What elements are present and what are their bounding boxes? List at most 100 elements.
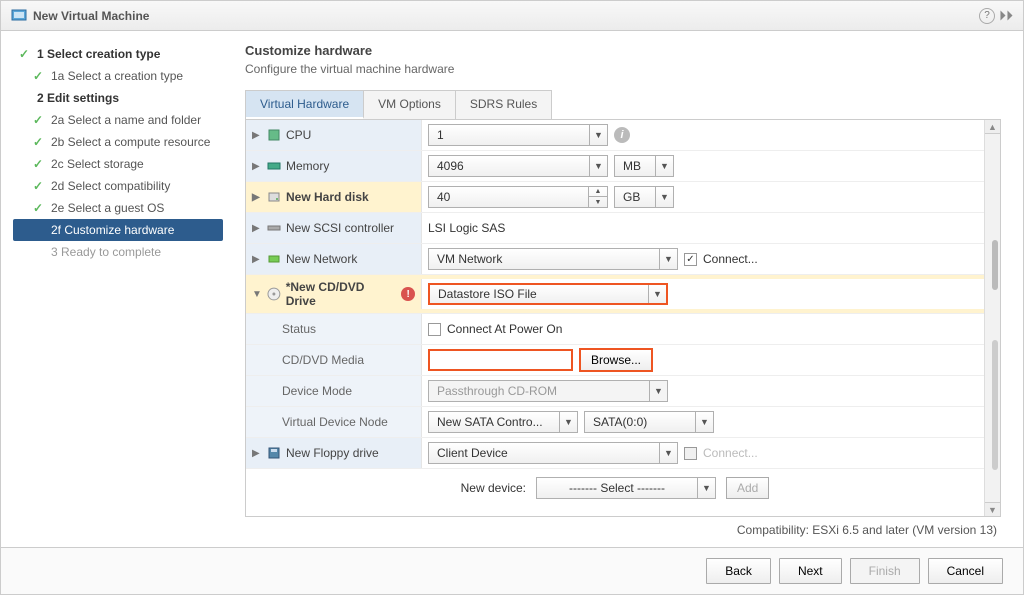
new-device-label: New device: [461, 481, 526, 495]
cancel-button[interactable]: Cancel [928, 558, 1003, 584]
row-network: ▶New Network VM Network▼ ✓ Connect... [246, 244, 984, 275]
vm-icon [11, 8, 27, 24]
device-mode-select: Passthrough CD-ROM▼ [428, 380, 668, 402]
row-cdrom-status: Status Connect At Power On [246, 314, 984, 345]
check-icon: ✓ [19, 47, 31, 61]
scrollbar-thumb[interactable] [992, 340, 998, 470]
step-2d[interactable]: ✓2d Select compatibility [13, 175, 223, 197]
row-harddisk: ▶New Hard disk 40▲▼ GB▼ [246, 182, 984, 213]
chevron-right-icon[interactable]: ▶ [252, 223, 262, 234]
check-icon: ✓ [33, 179, 45, 193]
node-controller-select[interactable]: New SATA Contro...▼ [428, 411, 578, 433]
row-cdrom-node: Virtual Device Node New SATA Contro...▼ … [246, 407, 984, 438]
step-1a[interactable]: ✓1a Select a creation type [13, 65, 223, 87]
memory-input[interactable]: 4096▼ [428, 155, 608, 177]
row-floppy: ▶New Floppy drive Client Device▼ Connect… [246, 438, 984, 469]
content-area: Customize hardware Configure the virtual… [231, 31, 1023, 547]
step-3: 3 Ready to complete [13, 241, 223, 263]
chevron-down-icon[interactable]: ▼ [697, 478, 715, 498]
new-device-select[interactable]: ------- Select -------▼ [536, 477, 716, 499]
tab-virtual-hardware[interactable]: Virtual Hardware [246, 91, 364, 119]
chevron-down-icon[interactable]: ▼ [659, 443, 677, 463]
tab-bar: Virtual Hardware VM Options SDRS Rules [245, 90, 552, 119]
hardware-panel: ▶CPU 1▼ i ▶Memory 4096▼ MB▼ [245, 119, 1001, 517]
step-2c[interactable]: ✓2c Select storage [13, 153, 223, 175]
row-cdrom-mode: Device Mode Passthrough CD-ROM▼ [246, 376, 984, 407]
check-icon: ✓ [33, 69, 45, 83]
network-select[interactable]: VM Network▼ [428, 248, 678, 270]
chevron-down-icon[interactable]: ▼ [589, 156, 607, 176]
browse-button[interactable]: Browse... [579, 348, 653, 372]
chevron-down-icon[interactable]: ▼ [648, 285, 666, 303]
scsi-icon [267, 221, 281, 235]
scroll-down-icon[interactable]: ▼ [985, 502, 1000, 516]
chevron-down-icon[interactable]: ▼ [695, 412, 713, 432]
chevron-right-icon[interactable]: ▶ [252, 130, 262, 141]
scsi-value: LSI Logic SAS [428, 221, 505, 235]
check-icon: ✓ [33, 135, 45, 149]
chevron-down-icon[interactable]: ▼ [655, 156, 673, 176]
finish-button: Finish [850, 558, 920, 584]
check-icon: ✓ [33, 201, 45, 215]
cpu-select[interactable]: 1▼ [428, 124, 608, 146]
drag-handle-icon[interactable] [992, 240, 998, 290]
step-2b[interactable]: ✓2b Select a compute resource [13, 131, 223, 153]
content-header: Customize hardware Configure the virtual… [245, 43, 1001, 76]
chevron-down-icon[interactable]: ▼ [559, 412, 577, 432]
harddisk-unit-select[interactable]: GB▼ [614, 186, 674, 208]
step-2[interactable]: 2 Edit settings [13, 87, 223, 109]
check-icon: ✓ [33, 113, 45, 127]
scrollbar[interactable]: ▲ ▼ [984, 120, 1000, 516]
cdrom-media-input[interactable] [428, 349, 573, 371]
vm-wizard-window: New Virtual Machine ? ⏵⏵ ✓1 Select creat… [0, 0, 1024, 595]
scroll-up-icon[interactable]: ▲ [985, 120, 1000, 134]
cd-icon [267, 287, 281, 301]
row-memory: ▶Memory 4096▼ MB▼ [246, 151, 984, 182]
error-icon: ! [401, 287, 415, 301]
chevron-down-icon[interactable]: ▼ [252, 289, 262, 300]
add-device-button: Add [726, 477, 769, 499]
network-connect-checkbox[interactable]: ✓ [684, 253, 697, 266]
page-title: Customize hardware [245, 43, 1001, 58]
chevron-down-icon[interactable]: ▼ [589, 125, 607, 145]
floppy-connect-checkbox [684, 447, 697, 460]
cdrom-type-select[interactable]: Datastore ISO File▼ [428, 283, 668, 305]
row-scsi: ▶New SCSI controller LSI Logic SAS [246, 213, 984, 244]
spinner[interactable]: ▲▼ [588, 187, 607, 207]
tab-sdrs-rules[interactable]: SDRS Rules [456, 91, 551, 119]
connect-label-disabled: Connect... [703, 446, 758, 460]
step-2f[interactable]: 2f Customize hardware [13, 219, 223, 241]
titlebar: New Virtual Machine ? ⏵⏵ [1, 1, 1023, 31]
next-button[interactable]: Next [779, 558, 842, 584]
back-button[interactable]: Back [706, 558, 771, 584]
step-2e[interactable]: ✓2e Select a guest OS [13, 197, 223, 219]
new-device-row: New device: ------- Select -------▼ Add [246, 469, 984, 507]
disk-icon [267, 190, 281, 204]
chevron-right-icon[interactable]: ▶ [252, 448, 262, 459]
connect-poweron-checkbox[interactable] [428, 323, 441, 336]
chevron-down-icon[interactable]: ▼ [659, 249, 677, 269]
chevron-right-icon[interactable]: ▶ [252, 161, 262, 172]
help-icon[interactable]: ? [979, 8, 995, 24]
connect-label: Connect... [703, 252, 758, 266]
window-title: New Virtual Machine [33, 9, 979, 23]
wizard-footer: Back Next Finish Cancel [1, 547, 1023, 594]
row-cdrom: ▼*New CD/DVD Drive ! Datastore ISO File▼ [246, 275, 984, 314]
step-2a[interactable]: ✓2a Select a name and folder [13, 109, 223, 131]
tab-vm-options[interactable]: VM Options [364, 91, 456, 119]
step-1[interactable]: ✓1 Select creation type [13, 43, 223, 65]
compat-text: Compatibility: ESXi 6.5 and later (VM ve… [245, 517, 1001, 539]
memory-icon [267, 159, 281, 173]
collapse-toggle-icon[interactable]: ⏵⏵ [999, 7, 1013, 24]
chevron-down-icon[interactable]: ▼ [655, 187, 673, 207]
info-icon[interactable]: i [614, 127, 630, 143]
wizard-sidebar: ✓1 Select creation type ✓1a Select a cre… [1, 31, 231, 547]
chevron-right-icon[interactable]: ▶ [252, 192, 262, 203]
memory-unit-select[interactable]: MB▼ [614, 155, 674, 177]
page-subtitle: Configure the virtual machine hardware [245, 62, 1001, 76]
check-icon: ✓ [33, 157, 45, 171]
harddisk-size-input[interactable]: 40▲▼ [428, 186, 608, 208]
chevron-right-icon[interactable]: ▶ [252, 254, 262, 265]
node-port-select[interactable]: SATA(0:0)▼ [584, 411, 714, 433]
floppy-select[interactable]: Client Device▼ [428, 442, 678, 464]
